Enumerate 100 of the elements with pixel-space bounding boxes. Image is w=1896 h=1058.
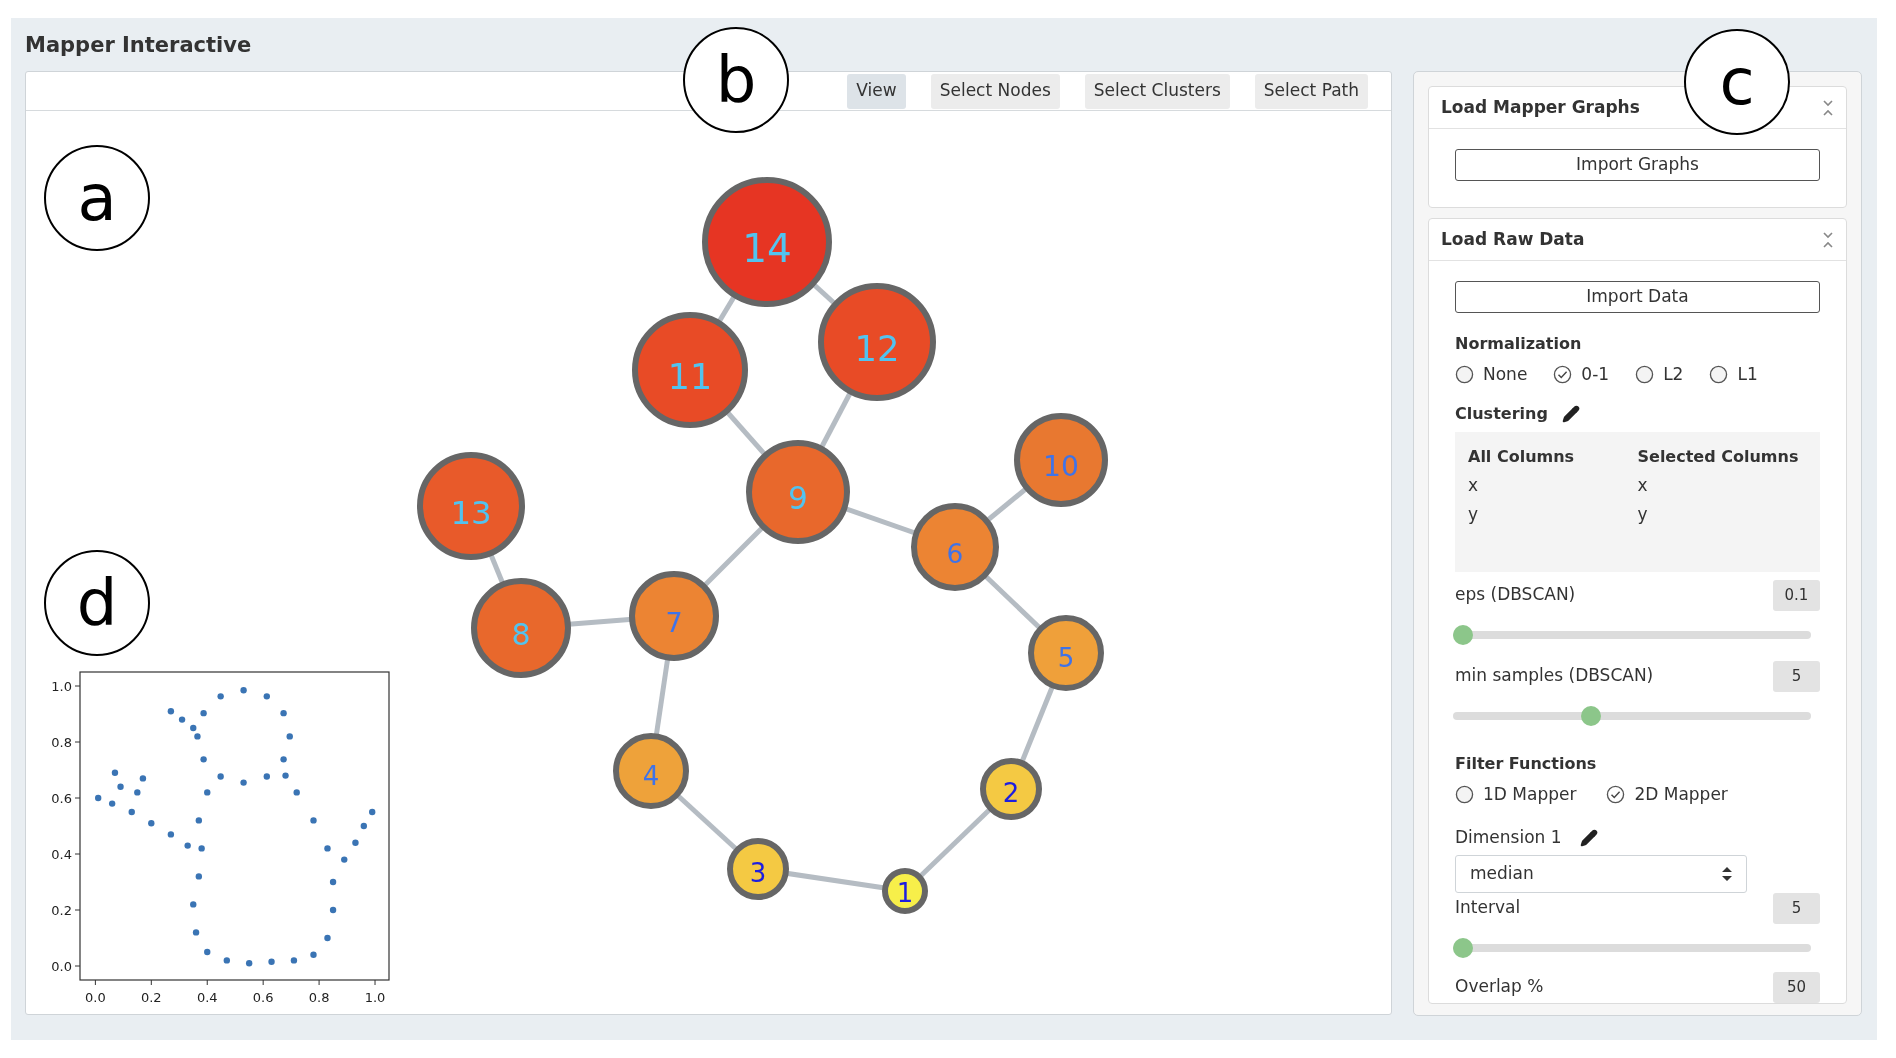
toolbar-tab[interactable]: Select Clusters [1084,73,1230,109]
data-point [282,772,289,779]
setting-label: Overlap % [1455,975,1544,999]
data-point [360,822,368,830]
column-item[interactable]: y [1468,502,1638,528]
data-point [184,842,191,849]
section-title: Load Raw Data [1441,227,1585,251]
data-point [167,708,175,715]
slider-track[interactable] [1453,937,1811,958]
data-point [223,957,230,964]
tick-label: 0.8 [51,735,72,750]
radio-label: None [1483,363,1528,386]
data-point [217,693,224,700]
group-label: Filter Functions [1455,752,1598,775]
data-point [108,800,116,807]
column-item[interactable]: x [1468,472,1638,498]
column-heading: Selected Columns [1637,445,1800,468]
tick-label: 0.8 [308,990,330,1005]
data-point [280,709,287,717]
tick-label: 1.0 [364,990,386,1005]
data-point [341,856,348,863]
checked-radio-icon[interactable] [1606,784,1626,804]
graph-node[interactable] [632,312,748,428]
value-badge: 50 [1773,971,1820,1003]
radio-icon[interactable] [1709,365,1729,385]
tick-label: 0.6 [252,990,274,1005]
checked-radio-icon[interactable] [1553,365,1573,385]
toolbar-tab[interactable]: Select Path [1254,73,1368,109]
slider-track[interactable] [1453,705,1811,726]
slider-thumb[interactable] [1581,705,1602,726]
value-badge: 5 [1773,892,1820,924]
data-point [329,878,337,886]
graph-node[interactable] [471,578,571,678]
collapse-icon[interactable] [1822,98,1834,117]
graph-node[interactable] [702,177,832,307]
data-point [139,775,147,782]
radio-label: L1 [1737,363,1758,386]
graph-node[interactable] [818,283,936,401]
tick-label: 0.4 [196,990,218,1005]
data-point [268,958,275,965]
slider-track[interactable] [1453,624,1811,645]
toolbar-tab[interactable]: View [847,73,906,109]
toolbar-tab[interactable]: Select Nodes [930,73,1060,109]
radio-label: L2 [1663,363,1684,386]
data-point [293,789,300,796]
graph-node[interactable] [911,503,999,591]
data-point [324,934,331,942]
setting-label: min samples (DBSCAN) [1455,664,1654,688]
data-point [310,951,317,958]
data-point [167,831,175,838]
slider-thumb[interactable] [1453,624,1473,645]
node-label: 7 [665,606,683,638]
group-label: Clustering [1455,402,1548,425]
data-point [286,733,293,740]
graph-node[interactable] [417,452,525,560]
graph-node[interactable] [882,868,928,914]
graph-node[interactable] [746,440,850,544]
data-point [204,789,211,796]
data-point [148,820,155,827]
data-point [195,817,203,824]
sort-arrows-icon [1722,866,1732,881]
node-label: 14 [742,226,792,272]
data-point [329,906,337,914]
node-label: 9 [788,480,808,517]
data-point [310,817,317,824]
pencil-icon[interactable] [1561,404,1580,423]
data-point [246,960,253,967]
radio-icon[interactable] [1455,365,1474,385]
radio-icon[interactable] [1455,784,1474,804]
node-label: 4 [642,761,660,792]
tick-label: 0.2 [51,903,72,918]
node-label: 13 [450,493,492,532]
data-point [324,845,331,852]
data-point [190,901,197,908]
value-badge: 0.1 [1773,579,1820,611]
slider-thumb[interactable] [1453,937,1473,958]
data-point [369,808,376,816]
column-item[interactable]: y [1637,502,1807,528]
data-point [217,773,224,780]
data-point [128,808,135,816]
data-point [95,794,102,802]
node-label: 10 [1043,450,1079,484]
import-button[interactable]: Import Graphs [1455,149,1820,181]
data-point [263,693,270,700]
pencil-icon[interactable] [1579,828,1598,847]
dimension-select[interactable]: median [1455,854,1747,893]
collapse-icon[interactable] [1822,230,1834,249]
graph-node[interactable] [1014,413,1108,507]
import-button[interactable]: Import Data [1455,281,1820,313]
node-label: 1 [896,878,914,909]
column-item[interactable]: x [1637,472,1807,498]
data-point [178,716,186,723]
tick-label: 0.4 [51,847,72,862]
setting-label: Interval [1455,896,1521,920]
group-label: Normalization [1455,333,1583,355]
node-label: 11 [667,356,713,397]
graph-node[interactable] [629,571,719,661]
node-label: 6 [946,537,964,569]
radio-icon[interactable] [1635,365,1655,385]
setting-label: Dimension 1 [1455,826,1562,849]
